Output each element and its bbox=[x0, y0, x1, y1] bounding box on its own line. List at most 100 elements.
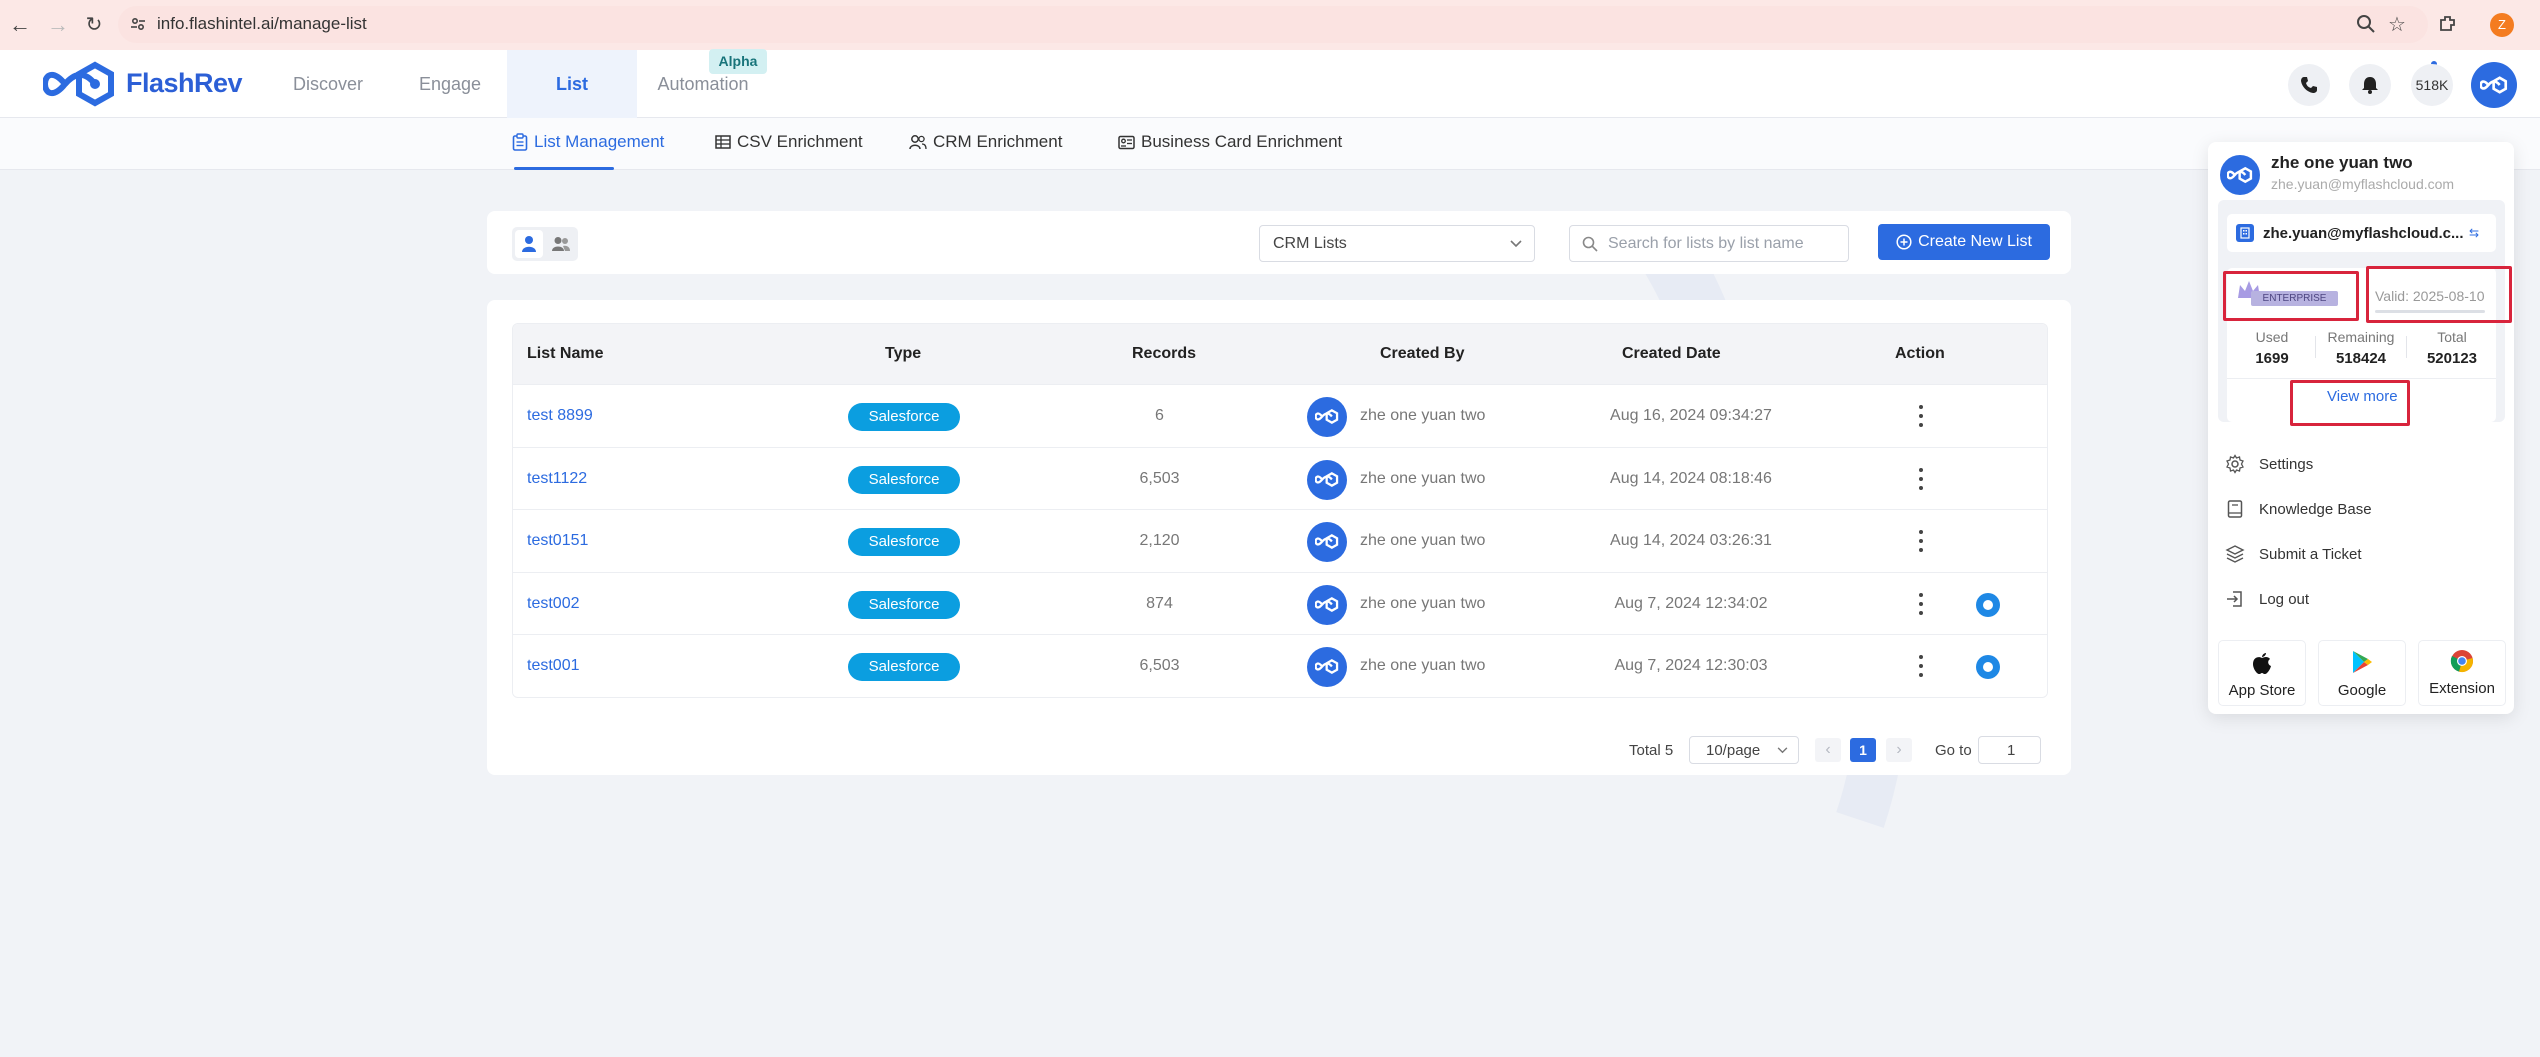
page-size-select[interactable]: 10/page bbox=[1689, 736, 1799, 764]
creator-avatar bbox=[1307, 522, 1347, 562]
layers-icon bbox=[2225, 545, 2245, 563]
stat-total-value: 520123 bbox=[2426, 350, 2478, 367]
col-created-date[interactable]: Created Date bbox=[1622, 324, 1721, 384]
status-indicator-icon[interactable] bbox=[1976, 655, 2000, 679]
tab-crm-enrichment-label: CRM Enrichment bbox=[933, 132, 1063, 151]
prev-page-button[interactable]: ‹ bbox=[1815, 738, 1841, 762]
zoom-icon[interactable] bbox=[2356, 14, 2376, 34]
col-created-by[interactable]: Created By bbox=[1380, 324, 1464, 384]
team-lists-toggle[interactable] bbox=[547, 230, 575, 258]
table-body: test 8899 Salesforce 6 zhe one yuan two … bbox=[513, 384, 2047, 697]
search-input[interactable] bbox=[1606, 232, 1836, 256]
col-records[interactable]: Records bbox=[1132, 324, 1196, 384]
user-name: zhe one yuan two bbox=[2271, 153, 2413, 172]
avatar-logo-icon bbox=[1315, 596, 1339, 612]
menu-settings-label: Settings bbox=[2259, 455, 2314, 473]
search-field[interactable] bbox=[1569, 225, 1849, 262]
gear-icon bbox=[2226, 454, 2244, 474]
status-indicator-icon[interactable] bbox=[1976, 592, 2000, 617]
url-text[interactable]: info.flashintel.ai/manage-list bbox=[157, 14, 367, 34]
nav-discover[interactable]: Discover bbox=[280, 50, 376, 118]
table-row[interactable]: test0151 Salesforce 2,120 zhe one yuan t… bbox=[513, 509, 2047, 572]
menu-knowledge-base-label: Knowledge Base bbox=[2259, 500, 2372, 518]
phone-button[interactable] bbox=[2288, 64, 2330, 106]
next-page-button[interactable]: › bbox=[1886, 738, 1912, 762]
stat-used-value: 1699 bbox=[2255, 350, 2289, 367]
current-page-button[interactable]: 1 bbox=[1850, 738, 1876, 762]
chevron-down-icon bbox=[1777, 747, 1788, 754]
more-options-icon[interactable] bbox=[1918, 592, 1924, 617]
notifications-button[interactable] bbox=[2349, 64, 2391, 106]
tab-csv-enrichment-label: CSV Enrichment bbox=[737, 132, 863, 151]
brand-name[interactable]: FlashRev bbox=[126, 68, 243, 99]
google-play-icon bbox=[2353, 651, 2372, 673]
more-options-icon[interactable] bbox=[1918, 655, 1924, 679]
chrome-icon bbox=[2450, 650, 2473, 672]
address-bar[interactable] bbox=[118, 6, 2428, 43]
table-row[interactable]: test 8899 Salesforce 6 zhe one yuan two … bbox=[513, 384, 2047, 447]
tab-crm-enrichment[interactable]: CRM Enrichment bbox=[909, 132, 1062, 152]
col-list-name[interactable]: List Name bbox=[527, 324, 603, 384]
menu-submit-ticket-label: Submit a Ticket bbox=[2259, 545, 2362, 563]
col-action[interactable]: Action bbox=[1895, 324, 1945, 384]
tab-csv-enrichment[interactable]: CSV Enrichment bbox=[715, 132, 863, 152]
goto-label: Go to bbox=[1935, 742, 1972, 759]
created-date: Aug 7, 2024 12:30:03 bbox=[1614, 657, 1768, 674]
my-lists-toggle[interactable] bbox=[515, 230, 543, 258]
lists-table: List Name Type Records Created By Create… bbox=[512, 323, 2048, 698]
menu-log-out[interactable]: Log out bbox=[2225, 584, 2309, 614]
avatar-logo-icon bbox=[1315, 534, 1339, 549]
company-name[interactable]: zhe.yuan@myflashcloud.c... bbox=[2263, 225, 2464, 242]
google-play-button[interactable]: Google bbox=[2318, 640, 2406, 706]
more-options-icon[interactable] bbox=[1918, 530, 1924, 554]
menu-submit-ticket[interactable]: Submit a Ticket bbox=[2225, 539, 2362, 569]
goto-page-input[interactable]: 1 bbox=[1978, 736, 2041, 764]
extensions-icon[interactable] bbox=[2438, 14, 2458, 34]
forward-icon[interactable]: → bbox=[46, 13, 70, 37]
more-options-icon[interactable] bbox=[1918, 405, 1924, 429]
nav-engage[interactable]: Engage bbox=[404, 50, 496, 118]
nav-list[interactable]: List bbox=[507, 50, 637, 118]
switch-arrows-icon[interactable]: ⇆ bbox=[2469, 226, 2479, 240]
user-email: zhe.yuan@myflashcloud.com bbox=[2271, 176, 2455, 192]
table-row[interactable]: test001 Salesforce 6,503 zhe one yuan tw… bbox=[513, 634, 2047, 697]
site-info-icon[interactable] bbox=[130, 16, 146, 32]
user-avatar-button[interactable] bbox=[2471, 62, 2517, 108]
tab-list-management[interactable]: List Management bbox=[512, 132, 664, 152]
flashrev-logo-icon[interactable] bbox=[43, 61, 117, 107]
chrome-extension-button[interactable]: Extension bbox=[2418, 640, 2506, 706]
apple-icon bbox=[2253, 653, 2271, 674]
building-icon bbox=[2236, 224, 2254, 242]
table-header: List Name Type Records Created By Create… bbox=[513, 324, 2047, 384]
stats-divider bbox=[2227, 378, 2496, 379]
menu-settings[interactable]: Settings bbox=[2225, 449, 2313, 479]
create-new-list-button[interactable]: Create New List bbox=[1878, 224, 2050, 260]
table-row[interactable]: test1122 Salesforce 6,503 zhe one yuan t… bbox=[513, 446, 2047, 509]
created-date: Aug 7, 2024 12:34:02 bbox=[1614, 594, 1768, 612]
app-header: FlashRev bbox=[0, 50, 2540, 118]
highlight-plan bbox=[2223, 271, 2359, 321]
tab-business-card-enrichment[interactable]: Business Card Enrichment bbox=[1118, 132, 1342, 152]
profile-icon[interactable]: Z bbox=[2490, 13, 2514, 37]
more-options-icon[interactable] bbox=[1918, 467, 1924, 492]
browser-toolbar: ← → ↻ info.flashintel.ai/manage-list ☆ Z bbox=[0, 0, 2540, 50]
avatar-logo-icon bbox=[1315, 409, 1339, 424]
credits-balance[interactable]: 518K bbox=[2411, 64, 2453, 106]
logout-icon bbox=[2227, 591, 2242, 607]
stat-remaining-value: 518424 bbox=[2335, 350, 2387, 367]
alpha-badge: Alpha bbox=[709, 49, 767, 74]
active-tab-underline bbox=[514, 167, 614, 170]
bookmark-star-icon[interactable]: ☆ bbox=[2385, 13, 2409, 37]
list-source-select[interactable]: CRM Lists bbox=[1259, 225, 1535, 262]
back-icon[interactable]: ← bbox=[8, 13, 32, 37]
menu-knowledge-base[interactable]: Knowledge Base bbox=[2225, 494, 2372, 524]
plus-circle-icon bbox=[1896, 234, 1912, 250]
avatar-logo-icon bbox=[2227, 166, 2253, 184]
users-icon bbox=[909, 135, 927, 150]
app-store-button[interactable]: App Store bbox=[2218, 640, 2306, 706]
table-row[interactable]: test002 Salesforce 874 zhe one yuan two … bbox=[513, 571, 2047, 634]
list-source-value: CRM Lists bbox=[1273, 235, 1347, 252]
menu-log-out-label: Log out bbox=[2259, 590, 2310, 608]
col-type[interactable]: Type bbox=[885, 324, 921, 384]
reload-icon[interactable]: ↻ bbox=[82, 13, 106, 37]
